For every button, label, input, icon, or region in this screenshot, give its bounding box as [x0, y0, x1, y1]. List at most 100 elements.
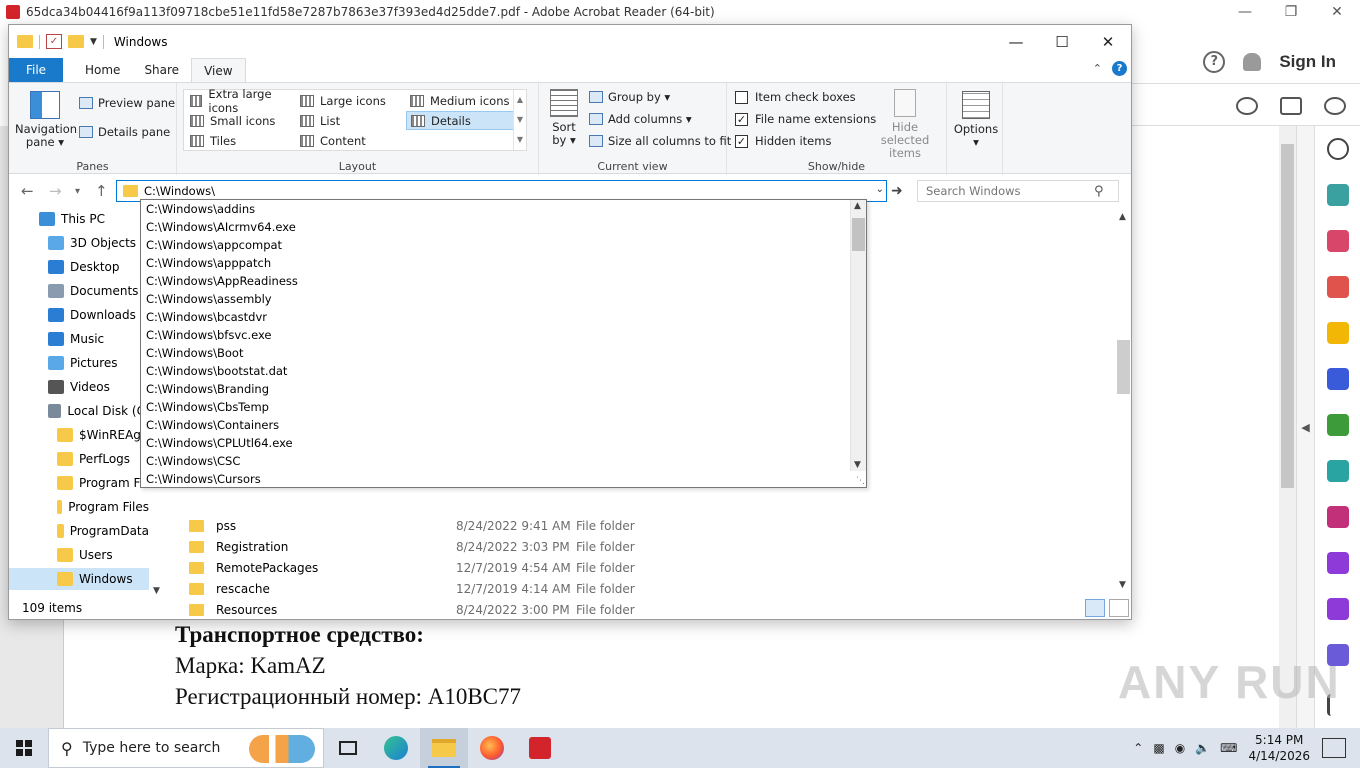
combine-files-icon[interactable]: [1327, 368, 1349, 390]
edge-icon[interactable]: [372, 728, 420, 768]
nav-tree-item[interactable]: 3D Objects: [9, 232, 149, 254]
hidden-items-checkbox[interactable]: ✓: [735, 134, 748, 148]
scroll-up-arrow-icon[interactable]: ▲: [1119, 212, 1126, 222]
webcam-icon[interactable]: ◉: [1175, 741, 1185, 755]
group-by-button[interactable]: Group by ▾: [589, 87, 670, 107]
nav-tree-item[interactable]: ProgramData: [9, 520, 149, 542]
tab-home[interactable]: Home: [73, 58, 132, 82]
file-list-scroll-thumb[interactable]: [1117, 340, 1130, 394]
item-check-boxes-toggle[interactable]: Item check boxes: [735, 87, 856, 107]
tab-file[interactable]: File: [9, 58, 63, 82]
sort-by-button[interactable]: Sort by ▾: [547, 89, 581, 147]
explorer-minimize-button[interactable]: —: [993, 25, 1039, 58]
scroll-down-arrow-icon[interactable]: ▼: [1119, 580, 1126, 590]
autocomplete-item[interactable]: C:\Windows\CSC: [141, 452, 866, 470]
file-row[interactable]: RemotePackages 12/7/2019 4:54 AM File fold…: [179, 557, 1119, 578]
autocomplete-item[interactable]: C:\Windows\Boot: [141, 344, 866, 362]
firefox-icon[interactable]: [468, 728, 516, 768]
acrobat-taskbar-icon[interactable]: [516, 728, 564, 768]
nav-tree-item[interactable]: Documents: [9, 280, 149, 302]
forward-arrow-icon[interactable]: →: [49, 182, 62, 200]
scroll-up-arrow-icon[interactable]: ▲: [854, 201, 861, 211]
comment-icon[interactable]: [1327, 322, 1349, 344]
nav-tree-item[interactable]: Videos: [9, 376, 149, 398]
keyboard-icon[interactable]: ⌨: [1220, 741, 1237, 755]
hidden-items-toggle[interactable]: ✓ Hidden items: [735, 131, 831, 151]
new-folder-icon[interactable]: [68, 35, 84, 48]
help-icon[interactable]: ?: [1112, 61, 1127, 76]
details-pane-button[interactable]: Details pane: [79, 122, 170, 142]
minimize-ribbon-chevron-icon[interactable]: ⌃: [1093, 62, 1102, 75]
layout-details[interactable]: Details: [406, 111, 514, 130]
autocomplete-item[interactable]: C:\Windows\addins: [141, 200, 866, 218]
layout-list[interactable]: List: [296, 111, 402, 130]
scan-icon[interactable]: [1327, 460, 1349, 482]
sidebar-collapse-arrow-icon[interactable]: ◀: [1296, 126, 1314, 728]
autocomplete-item[interactable]: C:\Windows\AppReadiness: [141, 272, 866, 290]
layout-content[interactable]: Content: [296, 131, 402, 150]
details-view-toggle-icon[interactable]: [1085, 599, 1105, 617]
request-signature-icon[interactable]: [1327, 598, 1349, 620]
nav-tree-item[interactable]: PerfLogs: [9, 448, 149, 470]
autocomplete-item[interactable]: C:\Windows\CPLUtl64.exe: [141, 434, 866, 452]
autocomplete-item[interactable]: C:\Windows\bfsvc.exe: [141, 326, 866, 344]
clock[interactable]: 5:14 PM 4/14/2026: [1248, 732, 1310, 764]
start-button[interactable]: [0, 728, 48, 768]
nav-tree-item[interactable]: This PC: [9, 208, 149, 230]
resize-grip-icon[interactable]: ⋱: [856, 476, 865, 486]
autocomplete-item[interactable]: C:\Windows\appcompat: [141, 236, 866, 254]
volume-icon[interactable]: 🔈: [1195, 741, 1210, 755]
nav-tree-item[interactable]: Program Files: [9, 496, 149, 518]
acrobat-restore-button[interactable]: ❐: [1268, 0, 1314, 24]
scroll-down-arrow-icon[interactable]: ▼: [153, 586, 160, 596]
taskbar-search-box[interactable]: ⚲ Type here to search: [48, 728, 324, 768]
back-arrow-icon[interactable]: ←: [21, 182, 34, 200]
export-pdf-icon[interactable]: [1327, 276, 1349, 298]
address-dropdown-chevron-icon[interactable]: ⌄: [876, 184, 884, 195]
edit-pdf-icon[interactable]: [1327, 552, 1349, 574]
add-columns-button[interactable]: Add columns ▾: [589, 109, 692, 129]
show-hidden-icons-chevron-icon[interactable]: ⌃: [1133, 741, 1143, 755]
nav-tree-item[interactable]: Downloads: [9, 304, 149, 326]
action-center-icon[interactable]: [1322, 738, 1346, 758]
up-arrow-icon[interactable]: ↑: [95, 182, 108, 200]
task-view-icon[interactable]: [324, 728, 372, 768]
file-list-scrollbar[interactable]: ▲ ▼: [1115, 208, 1132, 592]
layout-medium-icons[interactable]: Medium icons: [406, 91, 514, 110]
file-name-extensions-checkbox[interactable]: ✓: [735, 112, 748, 126]
go-arrow-icon[interactable]: ➜: [891, 183, 903, 199]
scroll-down-arrow-icon[interactable]: ▼: [854, 460, 861, 470]
autocomplete-item[interactable]: C:\Windows\Branding: [141, 380, 866, 398]
autocomplete-item[interactable]: C:\Windows\AIcrmv64.exe: [141, 218, 866, 236]
acrobat-minimize-button[interactable]: —: [1222, 0, 1268, 24]
layout-gallery-scroll[interactable]: ▲ ▼ ▼: [513, 90, 526, 150]
help-icon[interactable]: ?: [1203, 50, 1226, 73]
file-row[interactable]: pss 8/24/2022 9:41 AM File folder: [179, 515, 1119, 536]
autocomplete-item[interactable]: C:\Windows\CbsTemp: [141, 398, 866, 416]
fill-sign-icon[interactable]: [1327, 506, 1349, 528]
email-icon[interactable]: [1280, 96, 1302, 115]
nav-tree-item[interactable]: Windows: [9, 568, 149, 590]
nav-tree-item[interactable]: $WinREAge: [9, 424, 149, 446]
nav-tree-item[interactable]: Music: [9, 328, 149, 350]
autocomplete-item[interactable]: C:\Windows\assembly: [141, 290, 866, 308]
acrobat-close-button[interactable]: ✕: [1314, 0, 1360, 24]
notification-bell-icon[interactable]: [1243, 52, 1262, 71]
autocomplete-item[interactable]: C:\Windows\bcastdvr: [141, 308, 866, 326]
nav-tree-item[interactable]: Local Disk (C:: [9, 400, 149, 422]
address-input[interactable]: [144, 184, 844, 198]
tab-view[interactable]: View: [191, 58, 246, 82]
file-name-extensions-toggle[interactable]: ✓ File name extensions: [735, 109, 876, 129]
nav-tree-item[interactable]: Pictures: [9, 352, 149, 374]
autocomplete-item[interactable]: C:\Windows\apppatch: [141, 254, 866, 272]
large-icons-view-toggle-icon[interactable]: [1109, 599, 1129, 617]
search-box[interactable]: ⚲: [917, 180, 1119, 202]
autocomplete-scrollbar[interactable]: ▲ ▼: [850, 200, 866, 471]
nav-tree-item[interactable]: Desktop: [9, 256, 149, 278]
explorer-maximize-button[interactable]: ☐: [1039, 25, 1085, 58]
preview-pane-button[interactable]: Preview pane: [79, 93, 175, 113]
pdf-vertical-scrollbar[interactable]: [1279, 126, 1296, 728]
layout-extra-large-icons[interactable]: Extra large icons: [186, 87, 292, 115]
explorer-close-button[interactable]: ✕: [1085, 25, 1131, 58]
search-input[interactable]: [926, 184, 1094, 198]
